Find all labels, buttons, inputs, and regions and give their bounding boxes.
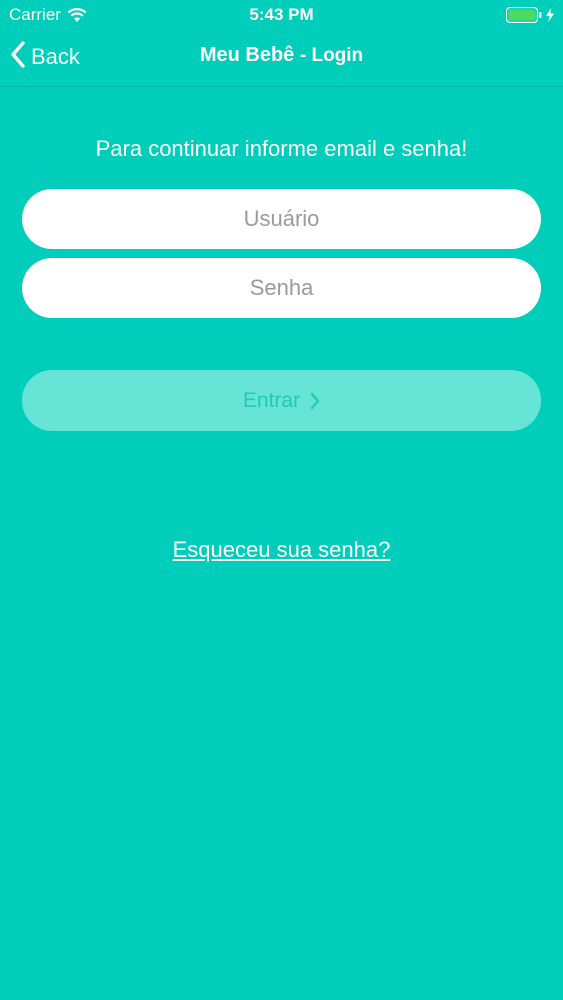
password-input[interactable]: [22, 258, 541, 318]
battery-indicator: [506, 7, 554, 23]
navigation-bar: Back Meu Bebê - Login: [0, 30, 563, 87]
page-title: Meu Bebê - Login: [0, 44, 563, 67]
login-button-label: Entrar: [242, 388, 301, 412]
login-button[interactable]: Entrar: [22, 370, 541, 431]
status-time: 5:43 PM: [249, 5, 314, 24]
login-instruction: Para continuar informe email e senha!: [95, 136, 468, 161]
battery-icon: [506, 7, 542, 23]
chevron-right-icon: [310, 392, 320, 410]
page-title-main: Meu Bebê: [199, 44, 295, 66]
username-input[interactable]: [22, 189, 541, 249]
status-bar: Carrier 5:43 PM: [0, 0, 563, 30]
page-title-suffix: - Login: [299, 45, 364, 66]
charging-icon: [546, 8, 554, 22]
forgot-password-link[interactable]: Esqueceu sua senha?: [0, 537, 563, 563]
